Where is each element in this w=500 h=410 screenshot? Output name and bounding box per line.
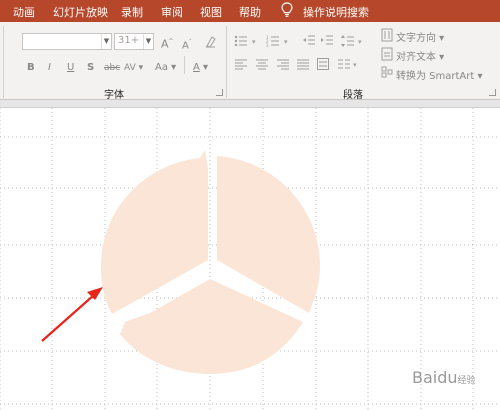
bullets-icon[interactable]: ▾ bbox=[234, 34, 264, 48]
font-group-label: 字体 bbox=[104, 90, 124, 101]
smartart-icon bbox=[381, 66, 393, 78]
font-size-combo[interactable]: 31+ ▼ bbox=[114, 33, 154, 50]
baidu-watermark: Baidu经验 bbox=[412, 368, 476, 387]
svg-text:▾: ▾ bbox=[353, 61, 357, 69]
ribbon: ▼ 31+ ▼ A^ Aˇ B I U S abc AV ▾ Aa ▾ A ▾ … bbox=[0, 22, 500, 101]
italic-button[interactable]: I bbox=[48, 61, 51, 75]
align-center-icon[interactable] bbox=[256, 58, 268, 70]
ribbon-separator bbox=[226, 26, 227, 98]
line-spacing-icon[interactable]: ▾ bbox=[340, 34, 368, 48]
menu-view[interactable]: 视图 bbox=[200, 4, 222, 20]
underline-button[interactable]: U bbox=[67, 61, 74, 75]
tell-me-search[interactable]: 操作说明搜索 bbox=[303, 4, 369, 20]
font-dialog-launcher-icon[interactable] bbox=[216, 89, 223, 96]
align-left-icon[interactable] bbox=[235, 58, 247, 70]
watermark-sub: 经验 bbox=[457, 376, 476, 386]
text-direction-button[interactable]: 文字方向 ▾ bbox=[396, 29, 444, 44]
character-spacing-button[interactable]: AV ▾ bbox=[124, 61, 143, 75]
font-color-button[interactable]: A ▾ bbox=[193, 61, 208, 75]
distributed-icon[interactable] bbox=[317, 58, 329, 70]
chevron-down-icon[interactable]: ▼ bbox=[101, 34, 111, 49]
ribbon-separator bbox=[3, 26, 4, 98]
svg-text:3: 3 bbox=[266, 43, 269, 48]
grow-font-button[interactable]: A^ bbox=[161, 35, 174, 52]
svg-text:▾: ▾ bbox=[252, 38, 256, 46]
numbering-icon[interactable]: 1 2 3 ▾ bbox=[266, 34, 296, 48]
svg-text:▾: ▾ bbox=[284, 38, 288, 46]
watermark-brand: Baidu bbox=[412, 368, 458, 387]
strikethrough-button[interactable]: abc bbox=[104, 61, 120, 75]
decrease-indent-icon[interactable] bbox=[302, 34, 316, 48]
lightbulb-icon bbox=[281, 2, 293, 17]
slide-canvas[interactable] bbox=[0, 108, 500, 410]
menu-animations[interactable]: 动画 bbox=[13, 4, 35, 20]
bold-button[interactable]: B bbox=[27, 61, 35, 75]
clear-formatting-icon[interactable] bbox=[204, 35, 217, 48]
ribbon-bottom-strip bbox=[0, 100, 500, 108]
menu-slideshow[interactable]: 幻灯片放映 bbox=[53, 4, 108, 20]
shrink-font-button[interactable]: Aˇ bbox=[182, 36, 192, 53]
shadow-button[interactable]: S bbox=[87, 61, 94, 75]
svg-text:▾: ▾ bbox=[358, 38, 362, 46]
chevron-down-icon[interactable]: ▼ bbox=[143, 34, 153, 49]
paragraph-group-label: 段落 bbox=[343, 90, 363, 101]
align-text-button[interactable]: 对齐文本 ▾ bbox=[396, 48, 444, 63]
text-direction-icon bbox=[381, 28, 393, 42]
ribbon-separator bbox=[184, 56, 185, 74]
align-right-icon[interactable] bbox=[277, 58, 289, 70]
annotation-arrow bbox=[41, 287, 103, 342]
font-size-value: 31+ bbox=[118, 35, 140, 46]
menu-bar: 动画 幻灯片放映 录制 审阅 视图 帮助 操作说明搜索 bbox=[0, 0, 500, 22]
convert-smartart-button[interactable]: 转换为 SmartArt ▾ bbox=[396, 67, 483, 82]
cycle-diagram[interactable] bbox=[101, 150, 320, 374]
menu-record[interactable]: 录制 bbox=[121, 4, 143, 20]
font-name-combo[interactable]: ▼ bbox=[22, 33, 112, 50]
menu-review[interactable]: 审阅 bbox=[161, 4, 183, 20]
align-text-icon bbox=[381, 47, 393, 61]
paragraph-dialog-launcher-icon[interactable] bbox=[489, 89, 496, 96]
increase-indent-icon[interactable] bbox=[320, 34, 334, 48]
columns-icon[interactable]: ▾ bbox=[338, 58, 362, 70]
change-case-button[interactable]: Aa ▾ bbox=[155, 61, 176, 75]
menu-help[interactable]: 帮助 bbox=[239, 4, 261, 20]
justify-icon[interactable] bbox=[297, 58, 309, 70]
